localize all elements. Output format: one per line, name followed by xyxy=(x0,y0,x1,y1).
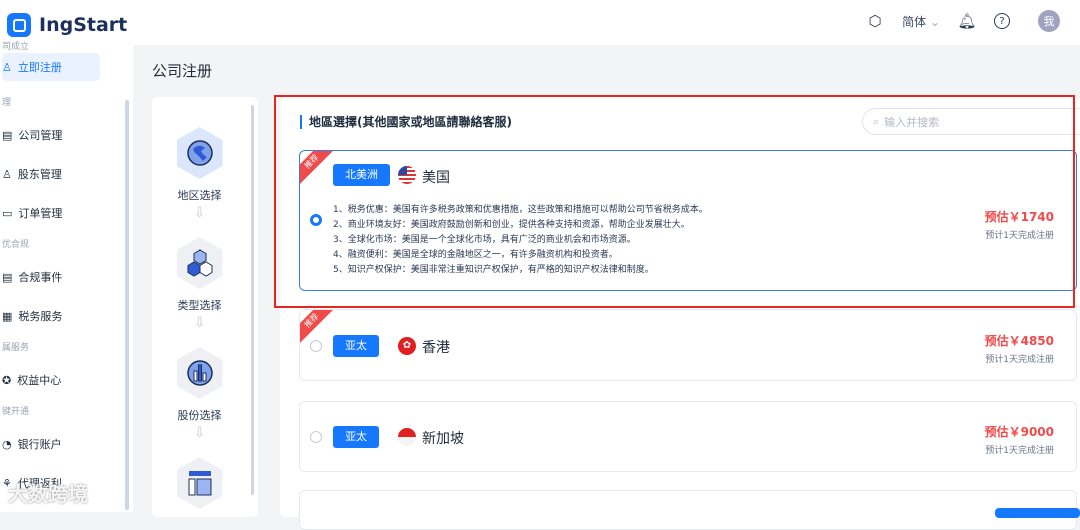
sidebar-scrollbar[interactable] xyxy=(125,100,129,510)
step-label: 地区选择 xyxy=(177,189,222,202)
language-label: 简体 xyxy=(902,14,927,29)
page-title: 公司注册 xyxy=(152,62,213,80)
step-label: 类型选择 xyxy=(177,299,222,312)
step-label: 股份选择 xyxy=(177,409,222,422)
country-card-more[interactable] xyxy=(299,490,1077,530)
steps-scrollbar[interactable] xyxy=(251,105,254,495)
badge-icon: ✪ xyxy=(2,373,12,387)
arrow-down-icon: ⇩ xyxy=(193,425,206,441)
bank-icon: ◔ xyxy=(2,437,12,451)
search-input[interactable]: ⌕ 输入并搜索 xyxy=(862,108,1080,135)
sidebar-item-register[interactable]: ♙ 立即注册 xyxy=(2,53,100,81)
country-name: 美国 xyxy=(422,170,450,186)
region-title: 地區選擇(其他國家或地區請聯絡客服) xyxy=(300,115,512,129)
step-shares[interactable]: 股份选择 ⇩ xyxy=(152,347,247,441)
desc-line: 5、知识产权保护：美国非常注重知识产权保护，有严格的知识产权法律和制度。 xyxy=(333,265,654,275)
price: 预估￥4850 xyxy=(984,334,1054,348)
region-tag: 亚太 xyxy=(333,335,379,357)
logo[interactable]: IngStart xyxy=(7,13,127,37)
us-flag-icon xyxy=(398,166,416,184)
sidebar-item-tax[interactable]: ▦ 税务服务 xyxy=(2,302,100,330)
search-icon: ⌕ xyxy=(873,114,880,128)
language-select[interactable]: 简体 ⌄ xyxy=(902,13,940,30)
sidebar-item-label: 公司管理 xyxy=(18,129,63,142)
sidebar-group-label: 司成立 xyxy=(2,42,30,52)
logo-icon xyxy=(7,13,31,37)
top-header: IngStart ⬡ 简体 ⌄ 🔔︎ ? 我 xyxy=(0,0,1080,45)
compliance-icon: ▤ xyxy=(2,270,13,284)
sidebar-item-label: 银行账户 xyxy=(17,438,62,451)
hexagons-icon xyxy=(176,237,223,289)
hk-flag-icon: ✿ xyxy=(398,337,416,355)
sidebar-item-label: 权益中心 xyxy=(17,374,62,387)
sidebar-item-label: 立即注册 xyxy=(17,61,62,74)
watermark: 大数跨境 xyxy=(8,482,88,506)
sidebar-item-bank[interactable]: ◔ 银行账户 xyxy=(2,430,100,458)
country-description: 1、税务优惠：美国有许多税务政策和优惠措施，这些政策和措施可以帮助公司节省税务成… xyxy=(333,203,708,278)
bell-icon[interactable]: 🔔︎ xyxy=(957,12,976,30)
step-info[interactable] xyxy=(152,457,247,509)
country-card-sg[interactable]: 亚太 新加坡 预估￥9000 预计1天完成注册 xyxy=(299,401,1077,472)
sidebar-item-label: 税务服务 xyxy=(18,310,63,323)
sidebar-group-label: 理 xyxy=(2,98,12,108)
building-icon: ▤ xyxy=(2,128,13,142)
sidebar: 司成立 ♙ 立即注册 理 ▤ 公司管理 ♙ 股东管理 ▭ 订单管理 优合规 ▤ 合规事件 … xyxy=(0,42,133,512)
arrow-down-icon: ⇩ xyxy=(193,205,206,221)
sidebar-group-label: 属服务 xyxy=(2,343,30,353)
step-type[interactable]: 类型选择 ⇩ xyxy=(152,237,247,331)
globe-icon xyxy=(176,127,223,179)
sidebar-item-label: 订单管理 xyxy=(18,207,63,220)
radio-button[interactable] xyxy=(310,431,322,443)
country-name: 新加坡 xyxy=(422,431,464,447)
country-card-hk[interactable]: 推荐 亚太 ✿ 香港 预估￥4850 预计1天完成注册 xyxy=(299,309,1077,381)
sidebar-group-label: 优合规 xyxy=(2,240,30,250)
next-button[interactable] xyxy=(995,508,1080,518)
order-icon: ▭ xyxy=(2,206,13,220)
arrow-down-icon: ⇩ xyxy=(193,315,206,331)
sidebar-item-label: 股东管理 xyxy=(17,168,62,181)
country-card-us[interactable]: 推荐 北美洲 美国 1、税务优惠：美国有许多税务政策和优惠措施，这些政策和措施可… xyxy=(299,150,1077,291)
eta: 预计1天完成注册 xyxy=(985,355,1054,365)
sidebar-item-orders[interactable]: ▭ 订单管理 xyxy=(2,199,100,227)
chart-icon xyxy=(176,347,223,399)
sidebar-item-benefits[interactable]: ✪ 权益中心 xyxy=(2,366,100,394)
step-panel: 地区选择 ⇩ 类型选择 ⇩ 股份选择 ⇩ xyxy=(152,97,258,517)
price: 预估￥9000 xyxy=(984,425,1054,439)
step-region[interactable]: 地区选择 ⇩ xyxy=(152,127,247,221)
region-tag: 北美洲 xyxy=(333,164,390,186)
user-add-icon: ♙ xyxy=(2,60,12,74)
sidebar-item-shareholders[interactable]: ♙ 股东管理 xyxy=(2,160,100,188)
sidebar-group-label: 键开通 xyxy=(2,407,30,417)
app-name: IngStart xyxy=(39,14,128,36)
price: 预估￥1740 xyxy=(984,210,1054,224)
sidebar-item-compliance[interactable]: ▤ 合规事件 xyxy=(2,263,100,291)
desc-line: 2、商业环境友好：美国政府鼓励创新和创业，提供各种支持和资源，帮助企业发展壮大。 xyxy=(333,220,690,230)
user-icon: ♙ xyxy=(2,167,12,181)
sg-flag-icon xyxy=(398,428,416,446)
desc-line: 3、全球化市场：美国是一个全球化市场，具有广泛的商业机会和市场资源。 xyxy=(333,235,636,245)
desc-line: 4、融资便利：美国是全球的金融地区之一，有许多融资机构和投资者。 xyxy=(333,250,618,260)
country-name: 香港 xyxy=(422,340,450,356)
sidebar-item-label: 合规事件 xyxy=(18,271,63,284)
region-tag: 亚太 xyxy=(333,426,379,448)
avatar[interactable]: 我 xyxy=(1038,10,1060,32)
search-placeholder: 输入并搜索 xyxy=(884,115,940,129)
user-shield-icon[interactable]: ⬡ xyxy=(866,12,884,30)
radio-button[interactable] xyxy=(310,214,322,226)
help-icon[interactable]: ? xyxy=(994,13,1010,29)
desc-line: 1、税务优惠：美国有许多税务政策和优惠措施，这些政策和措施可以帮助公司节省税务成… xyxy=(333,205,708,215)
layout-icon xyxy=(176,457,223,509)
eta: 预计1天完成注册 xyxy=(985,231,1054,241)
sidebar-item-company[interactable]: ▤ 公司管理 xyxy=(2,121,100,149)
chevron-down-icon: ⌄ xyxy=(929,14,940,29)
radio-button[interactable] xyxy=(310,340,322,352)
tax-icon: ▦ xyxy=(2,309,13,323)
eta: 预计1天完成注册 xyxy=(985,446,1054,456)
